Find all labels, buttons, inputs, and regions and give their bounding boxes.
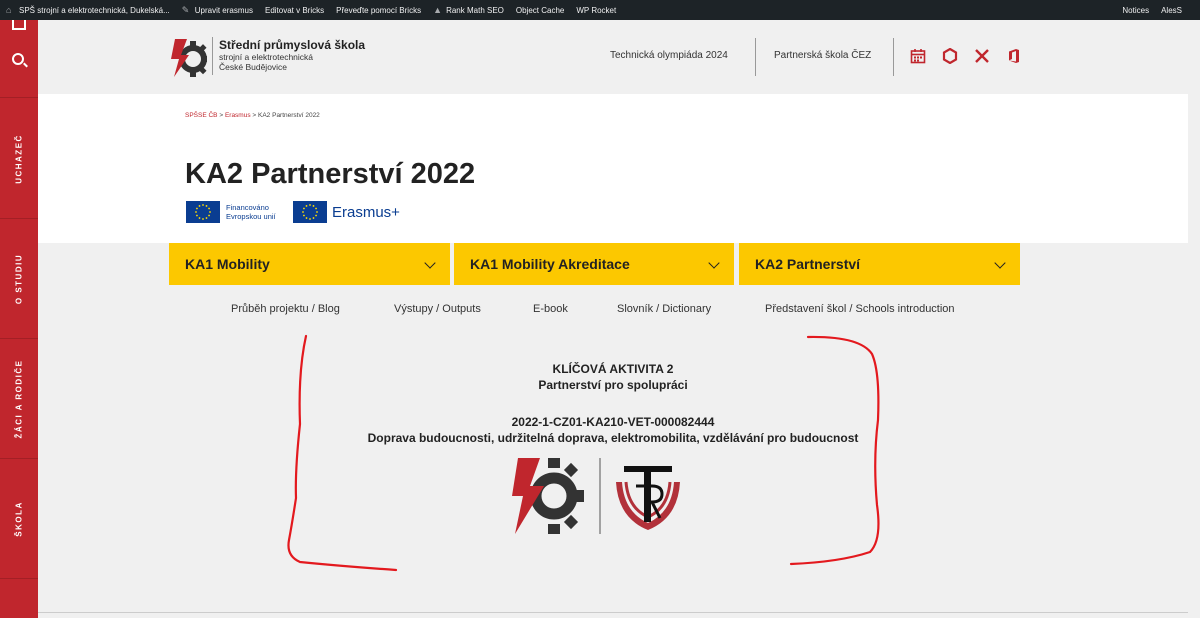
red-annotation-brackets xyxy=(287,334,880,572)
scrollbar[interactable] xyxy=(1188,20,1200,618)
page-bottom-divider xyxy=(38,612,1188,613)
